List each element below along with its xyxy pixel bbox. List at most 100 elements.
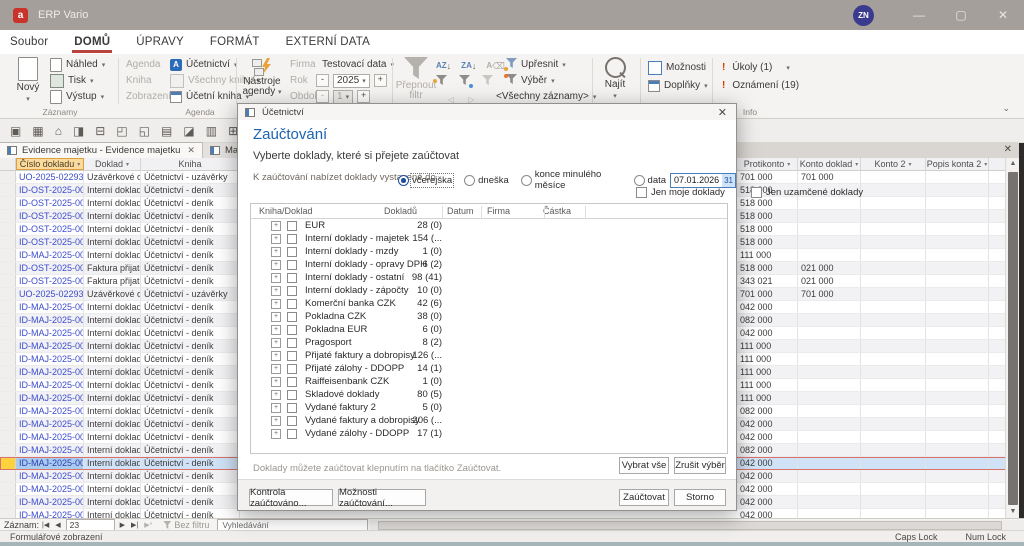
lookup-icon[interactable]: ◨ [73, 125, 84, 137]
dialog-titlebar[interactable]: Účetnictví ✕ [238, 104, 736, 120]
view-select[interactable]: Účetní kniha▾ [170, 89, 249, 104]
print-button[interactable]: Tisk▾ [50, 73, 93, 88]
radio-dneska[interactable] [464, 175, 475, 186]
sort-desc-icon[interactable]: ZA↓ [461, 62, 476, 70]
expand-icon[interactable]: + [271, 403, 281, 413]
cancel-button[interactable]: Storno [674, 489, 726, 506]
tree-row[interactable]: +Pokladna CZK38 (0) [251, 310, 727, 323]
next-record-icon[interactable]: ▶ [120, 521, 125, 529]
clear-selection-button[interactable]: Zrušit výběr [674, 457, 726, 474]
row-checkbox[interactable] [287, 338, 297, 348]
expand-icon[interactable]: + [271, 429, 281, 439]
tree-row[interactable]: +Interní doklady - zápočty10 (0) [251, 284, 727, 297]
row-checkbox[interactable] [287, 325, 297, 335]
expand-icon[interactable]: + [271, 390, 281, 400]
scrollbar-thumb[interactable] [1008, 172, 1018, 505]
tree-row[interactable]: +Interní doklady - ostatní98 (41) [251, 271, 727, 284]
menu-domu[interactable]: DOMŮ [74, 36, 110, 48]
expand-icon[interactable]: + [271, 312, 281, 322]
tree-row[interactable]: +Přijaté faktury a dobropisy126 (... [251, 349, 727, 362]
menu-format[interactable]: FORMÁT [210, 36, 260, 48]
options-button[interactable]: Možnosti [648, 60, 706, 75]
tree-row[interactable]: +Raiffeisenbank CZK1 (0) [251, 375, 727, 388]
horizontal-scrollbar[interactable] [370, 520, 1024, 531]
filter-clear-icon[interactable] [482, 75, 493, 88]
filter-selection-icon[interactable] [436, 75, 447, 88]
expand-icon[interactable]: + [271, 377, 281, 387]
last-record-icon[interactable]: ▶| [131, 521, 138, 529]
tree-row[interactable]: +Interní doklady - mzdy1 (0) [251, 245, 727, 258]
tree-row[interactable]: +Interní doklady - majetek154 (... [251, 232, 727, 245]
maximize-button[interactable]: ▢ [940, 0, 982, 30]
preview-button[interactable]: Náhled▾ [50, 57, 105, 72]
find-button[interactable]: Najít▾ [596, 57, 634, 102]
filter-add-icon[interactable] [459, 75, 470, 88]
header-doklad[interactable]: Doklad▾ [84, 158, 141, 170]
selection-filter-button[interactable]: Výběr▾ [506, 73, 555, 88]
header-protikonto[interactable]: Protikonto▾ [737, 158, 798, 170]
select-all-button[interactable]: Vybrat vše [619, 457, 669, 474]
tree-row[interactable]: +Interní doklady - opravy DPH6 (2) [251, 258, 727, 271]
row-checkbox[interactable] [287, 273, 297, 283]
expand-icon[interactable]: + [271, 221, 281, 231]
select-all-corner[interactable] [0, 158, 16, 170]
prev-record-icon[interactable]: ◀ [55, 521, 60, 529]
user-avatar[interactable]: ZN [853, 5, 874, 26]
export-icon[interactable]: ◰ [116, 125, 127, 137]
period-minus-button[interactable]: - [316, 90, 329, 103]
only-my-documents-checkbox[interactable]: Jen moje doklady [636, 187, 725, 198]
firma-select[interactable]: Testovací data▾ [322, 57, 394, 72]
expand-icon[interactable]: + [271, 351, 281, 361]
calendar-picker-icon[interactable]: 31 [722, 174, 735, 187]
expand-icon[interactable]: + [271, 260, 281, 270]
tree-row[interactable]: +EUR28 (0) [251, 219, 727, 232]
check-posted-button[interactable]: Kontrola zaúčtováno... [249, 489, 333, 506]
period-plus-button[interactable]: + [357, 90, 370, 103]
menu-soubor[interactable]: Soubor [10, 36, 48, 48]
new-record-button[interactable]: Nový▾ [6, 57, 50, 105]
row-checkbox[interactable] [287, 377, 297, 387]
row-checkbox[interactable] [287, 403, 297, 413]
switchboard-icon[interactable]: ⊟ [95, 125, 105, 137]
header-cislo-dokladu[interactable]: Číslo dokladu▾ [16, 158, 84, 170]
year-plus-button[interactable]: + [374, 74, 387, 87]
only-locked-documents-checkbox[interactable]: Jen uzamčené doklady [751, 187, 863, 198]
agenda-select[interactable]: A Účetnictví▾ [170, 57, 237, 72]
hscroll-thumb[interactable] [378, 521, 1002, 530]
year-select[interactable]: 2025▾ [333, 74, 370, 88]
import-icon[interactable]: ◱ [139, 125, 150, 137]
posting-options-button[interactable]: Možnosti zaúčtování... [338, 489, 426, 506]
row-checkbox[interactable] [287, 312, 297, 322]
vertical-scrollbar[interactable]: ▲ ▼ [1005, 158, 1020, 518]
close-tab-strip-icon[interactable]: ✕ [1004, 144, 1012, 155]
expand-icon[interactable]: + [271, 364, 281, 374]
tree-row[interactable]: +Pokladna EUR6 (0) [251, 323, 727, 336]
date-input[interactable]: 07.01.2026 31 [670, 173, 736, 188]
year-minus-button[interactable]: - [316, 74, 329, 87]
tree-row[interactable]: +Komerční banka CZK42 (6) [251, 297, 727, 310]
notifications-button[interactable]: ! Oznámení (19) [722, 78, 799, 93]
close-button[interactable]: ✕ [982, 0, 1024, 30]
period-select[interactable]: 1▾ [333, 90, 353, 104]
records-scope-select[interactable]: <Všechny záznamy>▾ [496, 89, 596, 104]
expand-icon[interactable]: + [271, 234, 281, 244]
tree-row[interactable]: +Vydané faktury 25 (0) [251, 401, 727, 414]
radio-data[interactable] [634, 175, 645, 186]
header-popis-konta-2[interactable]: Popis konta 2▾ [926, 158, 989, 170]
advanced-filter-button[interactable]: Upřesnit▾ [506, 57, 566, 72]
post-button[interactable]: Zaúčtovat [619, 489, 669, 506]
tree-row[interactable]: +Vydané faktury a dobropisy206 (... [251, 414, 727, 427]
tab-evidence-majetku[interactable]: Evidence majetku - Evidence majetku ✕ [0, 142, 203, 158]
radio-konec-mesice[interactable] [521, 175, 532, 186]
row-checkbox[interactable] [287, 429, 297, 439]
row-checkbox[interactable] [287, 221, 297, 231]
new-record-icon[interactable]: ▶* [144, 521, 152, 529]
tree-row[interactable]: +Skladové doklady80 (5) [251, 388, 727, 401]
tree-row[interactable]: +Přijaté zálohy - DDOPP14 (1) [251, 362, 727, 375]
row-checkbox[interactable] [287, 286, 297, 296]
tree-row[interactable]: +Pragosport8 (2) [251, 336, 727, 349]
row-checkbox[interactable] [287, 351, 297, 361]
collapse-ribbon-icon[interactable]: ⌄ [1002, 103, 1010, 114]
dialog-close-icon[interactable]: ✕ [718, 106, 727, 119]
expand-icon[interactable]: + [271, 299, 281, 309]
